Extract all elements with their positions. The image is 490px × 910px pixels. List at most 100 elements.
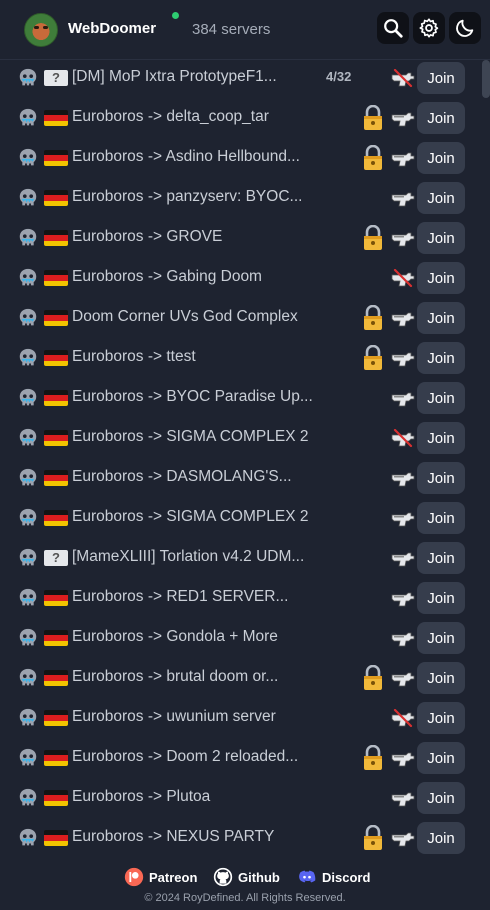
no-gun-icon [390, 428, 416, 448]
join-button[interactable]: Join [417, 662, 465, 694]
join-button[interactable]: Join [417, 62, 465, 94]
app-header: WebDoomer 384 servers [0, 0, 490, 60]
join-button[interactable]: Join [417, 822, 465, 854]
join-button[interactable]: Join [417, 742, 465, 774]
game-skull-icon [17, 387, 39, 409]
join-button[interactable]: Join [417, 502, 465, 534]
gun-icon [390, 109, 416, 127]
server-row[interactable]: Euroboros -> DASMOLANG'S... Join [10, 458, 478, 498]
server-name: Euroboros -> Doom 2 reloaded... [72, 748, 299, 765]
server-row[interactable]: Euroboros -> RED1 SERVER... Join [10, 578, 478, 618]
gun-icon [390, 509, 416, 527]
server-row[interactable]: Euroboros -> SIGMA COMPLEX 2 Join [10, 418, 478, 458]
gun-icon [390, 469, 416, 487]
server-row[interactable]: Euroboros -> NEXUS PARTY Join [10, 818, 478, 858]
game-skull-icon [17, 467, 39, 489]
server-row[interactable]: Euroboros -> delta_coop_tar Join [10, 98, 478, 138]
server-name: Euroboros -> SIGMA COMPLEX 2 [72, 428, 309, 445]
theme-toggle-button[interactable] [449, 12, 481, 44]
germany-flag-icon [44, 110, 68, 126]
join-button[interactable]: Join [417, 782, 465, 814]
join-button[interactable]: Join [417, 142, 465, 174]
server-name: Euroboros -> SIGMA COMPLEX 2 [72, 508, 309, 525]
scrollbar[interactable] [480, 60, 490, 860]
join-button[interactable]: Join [417, 262, 465, 294]
join-button[interactable]: Join [417, 342, 465, 374]
patreon-link[interactable]: Patreon [124, 867, 197, 887]
join-button[interactable]: Join [417, 222, 465, 254]
game-skull-icon [17, 187, 39, 209]
server-row[interactable]: Euroboros -> Plutoa Join [10, 778, 478, 818]
germany-flag-icon [44, 190, 68, 206]
gun-icon [390, 669, 416, 687]
scrollbar-thumb[interactable] [482, 60, 490, 98]
gun-icon [390, 829, 416, 847]
join-button[interactable]: Join [417, 182, 465, 214]
unknown-flag-icon: ? [44, 550, 68, 566]
server-row[interactable]: ? [MameXLIII] Torlation v4.2 UDM... Join [10, 538, 478, 578]
game-skull-icon [17, 587, 39, 609]
github-link[interactable]: Github [213, 867, 280, 887]
server-row[interactable]: Euroboros -> Asdino Hellbound... Join [10, 138, 478, 178]
discord-label: Discord [322, 869, 371, 885]
server-row[interactable]: Euroboros -> GROVE Join [10, 218, 478, 258]
join-button[interactable]: Join [417, 542, 465, 574]
no-gun-icon [390, 68, 416, 88]
server-row[interactable]: Doom Corner UVs God Complex Join [10, 298, 478, 338]
game-skull-icon [17, 747, 39, 769]
server-row[interactable]: Euroboros -> Gondola + More Join [10, 618, 478, 658]
server-name: Euroboros -> GROVE [72, 228, 223, 245]
germany-flag-icon [44, 470, 68, 486]
game-skull-icon [17, 787, 39, 809]
join-button[interactable]: Join [417, 382, 465, 414]
server-row[interactable]: Euroboros -> BYOC Paradise Up... Join [10, 378, 478, 418]
lock-icon [362, 744, 384, 771]
lock-icon [362, 824, 384, 851]
germany-flag-icon [44, 430, 68, 446]
game-skull-icon [17, 307, 39, 329]
join-button[interactable]: Join [417, 702, 465, 734]
server-name: Euroboros -> NEXUS PARTY [72, 828, 275, 845]
footer: Patreon Github Discord © 2024 RoyDefined… [0, 858, 490, 910]
unknown-flag-icon: ? [44, 70, 68, 86]
gun-icon [390, 629, 416, 647]
join-button[interactable]: Join [417, 462, 465, 494]
server-row[interactable]: Euroboros -> SIGMA COMPLEX 2 Join [10, 498, 478, 538]
germany-flag-icon [44, 310, 68, 326]
game-skull-icon [17, 827, 39, 849]
game-skull-icon [17, 267, 39, 289]
join-button[interactable]: Join [417, 622, 465, 654]
join-button[interactable]: Join [417, 102, 465, 134]
germany-flag-icon [44, 350, 68, 366]
lock-icon [362, 144, 384, 171]
germany-flag-icon [44, 230, 68, 246]
github-icon [213, 867, 233, 887]
game-skull-icon [17, 107, 39, 129]
germany-flag-icon [44, 510, 68, 526]
server-name: Euroboros -> DASMOLANG'S... [72, 468, 292, 485]
server-name: Euroboros -> Asdino Hellbound... [72, 148, 300, 165]
server-row[interactable]: Euroboros -> Doom 2 reloaded... Join [10, 738, 478, 778]
germany-flag-icon [44, 150, 68, 166]
join-button[interactable]: Join [417, 422, 465, 454]
server-name: Euroboros -> ttest [72, 348, 196, 365]
search-button[interactable] [377, 12, 409, 44]
online-status-dot [172, 12, 179, 19]
server-name: Euroboros -> delta_coop_tar [72, 108, 269, 125]
lock-icon [362, 344, 384, 371]
lock-icon [362, 304, 384, 331]
settings-button[interactable] [413, 12, 445, 44]
server-name: Euroboros -> panzyserv: BYOC... [72, 188, 303, 205]
server-row[interactable]: Euroboros -> panzyserv: BYOC... Join [10, 178, 478, 218]
server-row[interactable]: ? [DM] MoP Ixtra PrototypeF1... 4/32 Join [10, 58, 478, 98]
server-row[interactable]: Euroboros -> Gabing Doom Join [10, 258, 478, 298]
server-row[interactable]: Euroboros -> uwunium server Join [10, 698, 478, 738]
server-row[interactable]: Euroboros -> ttest Join [10, 338, 478, 378]
server-row[interactable]: Euroboros -> brutal doom or... Join [10, 658, 478, 698]
germany-flag-icon [44, 630, 68, 646]
join-button[interactable]: Join [417, 302, 465, 334]
discord-link[interactable]: Discord [297, 867, 370, 887]
gun-icon [390, 549, 416, 567]
server-count: 384 servers [192, 21, 271, 38]
join-button[interactable]: Join [417, 582, 465, 614]
